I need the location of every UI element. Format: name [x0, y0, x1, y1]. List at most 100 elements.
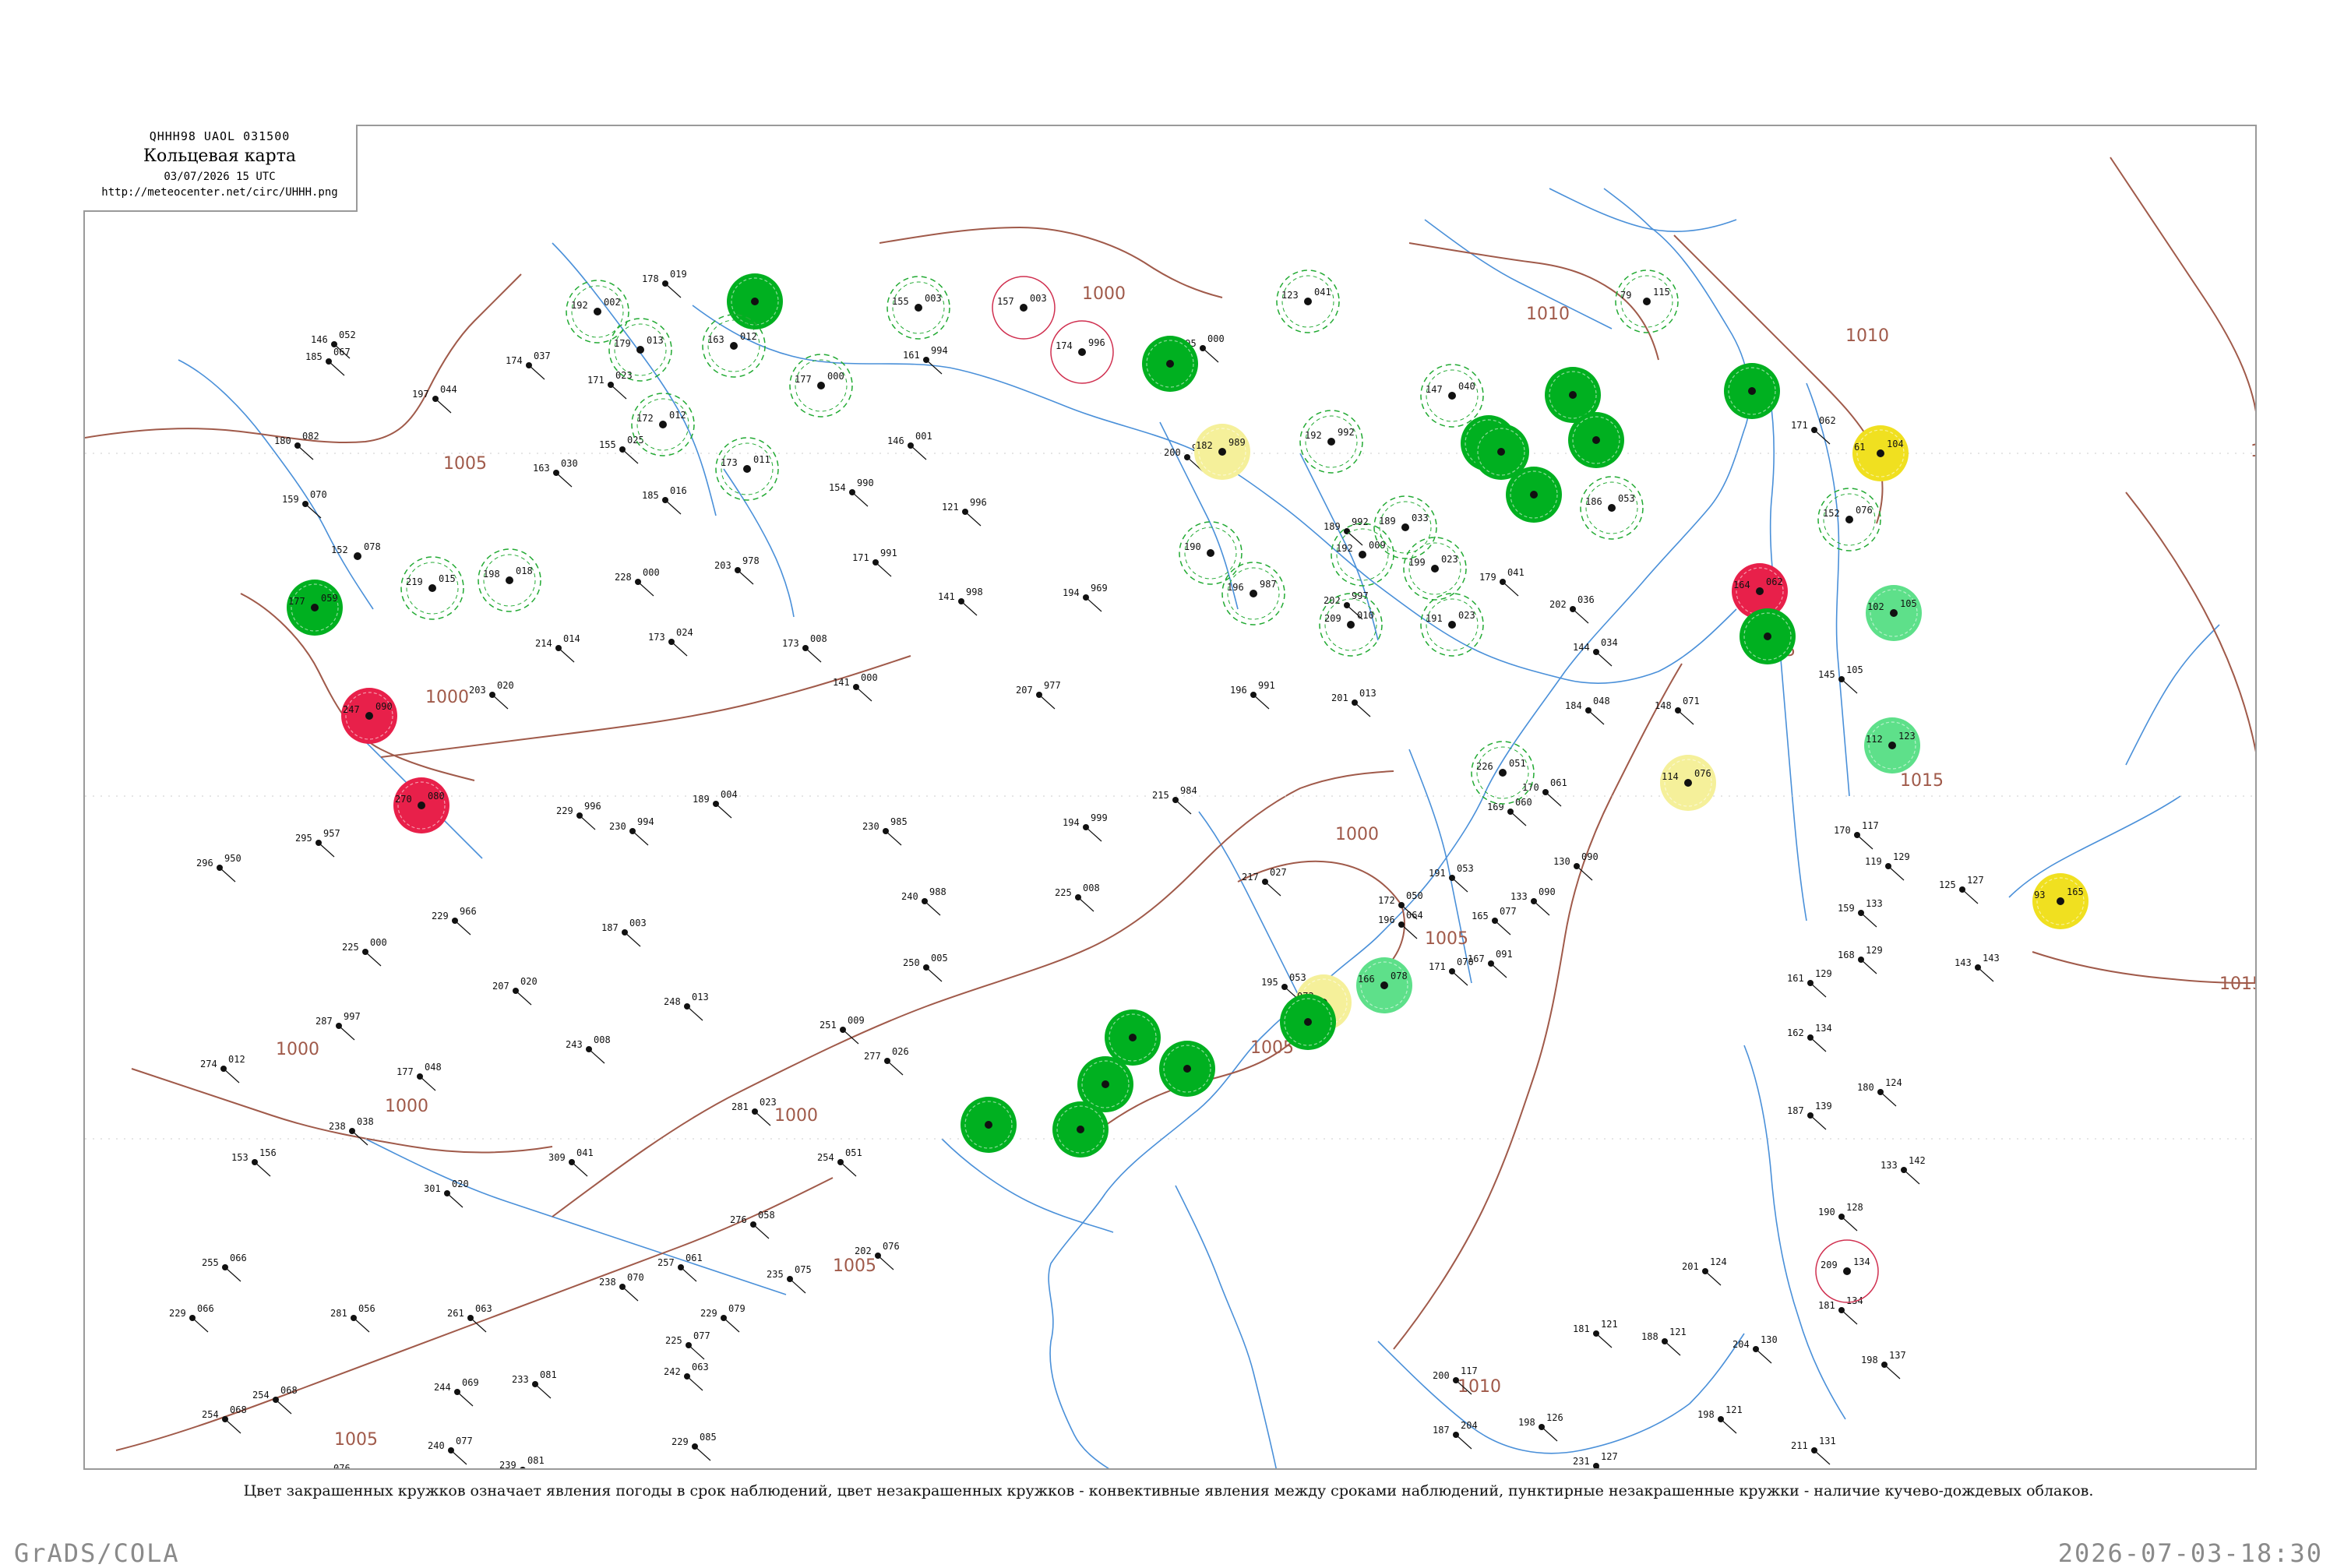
station-plot[interactable]: 238 070: [599, 1272, 644, 1302]
station-plot[interactable]: 148 071: [1655, 696, 1700, 725]
station-marker[interactable]: 191 023: [1420, 593, 1484, 657]
station-plot[interactable]: 239 081: [499, 1455, 545, 1470]
station-plot[interactable]: 125 127: [1939, 875, 1984, 904]
station-plot[interactable]: 238 038: [329, 1116, 374, 1146]
station-plot[interactable]: 154 990: [829, 477, 874, 507]
station-marker[interactable]: 61 104: [1852, 425, 1909, 481]
station-plot[interactable]: 207 977: [1016, 680, 1061, 710]
station-marker[interactable]: 173 011: [715, 437, 779, 501]
station-marker[interactable]: 209 010: [1319, 593, 1383, 657]
station-marker[interactable]: [1473, 424, 1529, 480]
station-plot[interactable]: 203 978: [714, 555, 760, 585]
station-plot[interactable]: 189 992: [1324, 516, 1369, 546]
station-plot[interactable]: 211 131: [1791, 1436, 1836, 1465]
station-plot[interactable]: 287 997: [315, 1011, 361, 1041]
station-plot[interactable]: 240 077: [428, 1436, 473, 1465]
station-plot[interactable]: 153 156: [231, 1147, 277, 1177]
station-plot[interactable]: 178 019: [642, 269, 687, 298]
station-plot[interactable]: 309 041: [548, 1147, 594, 1177]
station-marker[interactable]: [1142, 336, 1198, 392]
station-plot[interactable]: 198 126: [1518, 1412, 1563, 1442]
station-marker[interactable]: 196 987: [1221, 562, 1285, 625]
station-plot[interactable]: 214 014: [535, 633, 580, 663]
station-plot[interactable]: 281 056: [330, 1303, 375, 1333]
station-plot[interactable]: 204 130: [1732, 1334, 1778, 1364]
station-marker[interactable]: 152 078: [331, 541, 381, 560]
station-plot[interactable]: 233 081: [512, 1369, 557, 1399]
station-marker[interactable]: 112 123: [1864, 717, 1920, 773]
station-plot[interactable]: 189 004: [693, 789, 738, 819]
station-plot[interactable]: 242 063: [664, 1362, 709, 1391]
station-plot[interactable]: 230 985: [862, 816, 908, 846]
station-plot[interactable]: 202 036: [1549, 594, 1595, 624]
station-plot[interactable]: 251 009: [820, 1015, 865, 1045]
station-plot[interactable]: 187 204: [1433, 1420, 1478, 1450]
station-plot[interactable]: 130 090: [1553, 851, 1599, 881]
station-plot[interactable]: 235 075: [767, 1264, 812, 1294]
station-marker[interactable]: 177 000: [789, 354, 853, 418]
source-url[interactable]: http://meteocenter.net/circ/UHHH.png: [83, 186, 356, 199]
station-plot[interactable]: 170 117: [1834, 820, 1879, 850]
station-plot[interactable]: 225 000: [342, 937, 387, 967]
station-marker[interactable]: 177 059: [287, 580, 343, 636]
station-plot[interactable]: 194 999: [1063, 812, 1108, 842]
station-plot[interactable]: 179 041: [1479, 567, 1525, 597]
station-plot[interactable]: 173 008: [782, 633, 827, 663]
station-marker[interactable]: 174 996: [1050, 320, 1114, 384]
station-marker[interactable]: 192 992: [1299, 410, 1363, 474]
station-plot[interactable]: 244 069: [434, 1377, 479, 1407]
station-plot[interactable]: 207 020: [492, 976, 538, 1006]
station-marker[interactable]: 247 090: [341, 688, 397, 744]
station-plot[interactable]: 171 023: [587, 370, 633, 400]
station-marker[interactable]: [1568, 412, 1624, 468]
station-plot[interactable]: 161 129: [1787, 968, 1832, 998]
station-marker[interactable]: [961, 1097, 1017, 1153]
synoptic-map[interactable]: 1000 1010 1010 1015 1005 1000 1000 1005 1005 1000…: [85, 126, 2257, 1470]
station-plot[interactable]: 254 051: [817, 1147, 862, 1177]
station-marker[interactable]: 172 012: [631, 393, 695, 456]
station-plot[interactable]: 274 012: [200, 1054, 245, 1084]
station-plot[interactable]: 171 991: [852, 548, 897, 577]
station-marker[interactable]: 192 002: [566, 280, 629, 344]
station-plot[interactable]: 230 994: [609, 816, 654, 846]
station-plot[interactable]: 173 024: [648, 627, 693, 657]
station-marker[interactable]: [1105, 1010, 1161, 1066]
station-plot[interactable]: 181 121: [1573, 1319, 1618, 1348]
station-plot[interactable]: 243 008: [566, 1034, 611, 1064]
station-plot[interactable]: 301 020: [424, 1179, 469, 1208]
station-marker[interactable]: 79 115: [1615, 270, 1679, 333]
station-plot[interactable]: 180 124: [1857, 1077, 1902, 1107]
station-marker[interactable]: 163 012: [702, 314, 766, 378]
station-plot[interactable]: 194 969: [1063, 583, 1108, 612]
station-marker[interactable]: 152 076: [1817, 488, 1881, 551]
station-plot[interactable]: 196 991: [1230, 680, 1275, 710]
station-plot[interactable]: 276 058: [730, 1210, 775, 1239]
station-marker[interactable]: 147 040: [1420, 364, 1484, 428]
station-plot[interactable]: 190 128: [1818, 1202, 1863, 1231]
station-plot[interactable]: 168 129: [1838, 945, 1883, 974]
station-plot[interactable]: 229 079: [700, 1303, 746, 1333]
station-plot[interactable]: 215 984: [1152, 785, 1197, 815]
station-plot[interactable]: 277 026: [864, 1046, 909, 1076]
station-plot[interactable]: 187 139: [1787, 1101, 1832, 1130]
station-marker[interactable]: 198 018: [478, 548, 541, 612]
station-plot[interactable]: 229 066: [169, 1303, 214, 1333]
station-plot[interactable]: 229 996: [556, 801, 601, 830]
station-plot[interactable]: 146 001: [887, 431, 932, 460]
station-marker[interactable]: 190: [1179, 521, 1243, 585]
station-marker[interactable]: 157 003: [992, 276, 1056, 340]
station-plot[interactable]: 133 090: [1510, 886, 1556, 916]
station-plot[interactable]: 198 121: [1697, 1404, 1743, 1434]
station-plot[interactable]: 167 091: [1468, 949, 1513, 978]
station-plot[interactable]: 225 008: [1055, 883, 1100, 912]
station-plot[interactable]: 185 067: [305, 347, 351, 376]
station-plot[interactable]: 240 988: [901, 886, 946, 916]
station-plot[interactable]: 184 048: [1565, 696, 1610, 725]
station-plot[interactable]: 254 068: [252, 1385, 298, 1415]
station-marker[interactable]: [1724, 363, 1780, 419]
station-plot[interactable]: 250 005: [903, 953, 948, 982]
station-marker[interactable]: 166 078: [1356, 957, 1412, 1013]
station-plot[interactable]: 141 998: [938, 587, 983, 616]
station-plot[interactable]: 165 077: [1472, 906, 1517, 936]
station-marker[interactable]: [1740, 608, 1796, 664]
